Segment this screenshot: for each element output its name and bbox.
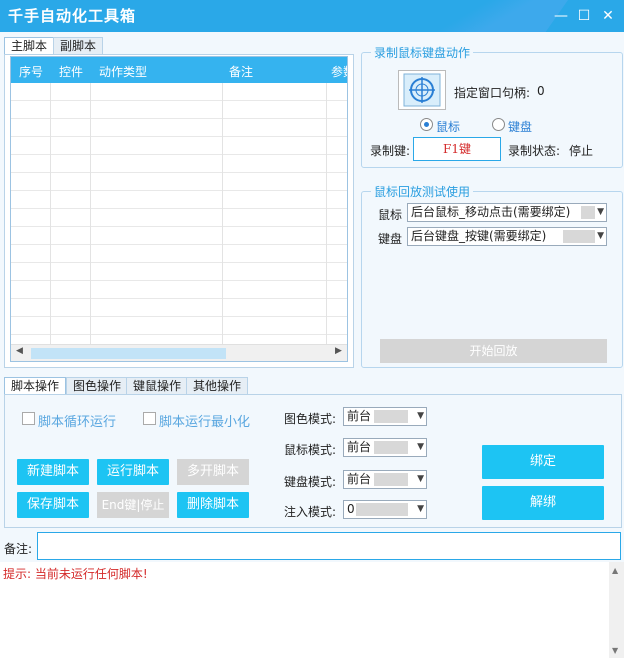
playback-mouse-label: 鼠标 (378, 208, 403, 222)
mouse-mode-select[interactable]: 前台 ▼ (343, 438, 427, 457)
vertical-scrollbar[interactable]: ▲ ▼ (609, 562, 624, 658)
bind-button[interactable]: 绑定 (482, 445, 604, 479)
playback-keyboard-label: 键盘 (378, 232, 403, 246)
record-group-legend: 录制鼠标键盘动作 (371, 44, 474, 61)
chevron-down-icon: ▼ (417, 411, 424, 421)
tab-keymouse-ops[interactable]: 键鼠操作 (126, 377, 189, 395)
horizontal-scrollbar[interactable]: ◀ ▶ (11, 344, 347, 361)
column-header-params[interactable]: 参数 (331, 63, 347, 80)
record-status-value: 停止 (569, 144, 594, 158)
unbind-button[interactable]: 解绑 (482, 486, 604, 520)
keyboard-mode-select[interactable]: 前台 ▼ (343, 470, 427, 489)
inject-mode-value: 0 (347, 502, 355, 516)
maximize-icon[interactable]: ☐ (575, 7, 593, 25)
color-mode-select[interactable]: 前台 ▼ (343, 407, 427, 426)
tab-main-script[interactable]: 主脚本 (4, 37, 55, 55)
window-title: 千手自动化工具箱 (8, 7, 137, 25)
playback-keyboard-select[interactable]: 后台键盘_按键(需要绑定) ▼ (407, 227, 607, 246)
mouse-mode-label: 鼠标模式: (284, 443, 337, 457)
table-body[interactable] (11, 83, 347, 353)
chevron-down-icon: ▼ (597, 231, 604, 241)
record-status-label: 录制状态: (508, 144, 561, 158)
scroll-right-icon[interactable]: ▶ (335, 346, 342, 356)
window-picker-button[interactable] (398, 70, 446, 110)
window-handle-value: 0 (537, 84, 545, 98)
chevron-down-icon: ▼ (417, 474, 424, 484)
save-script-button[interactable]: 保存脚本 (17, 492, 89, 518)
new-script-button[interactable]: 新建脚本 (17, 459, 89, 485)
loop-checkbox-label[interactable]: 脚本循环运行 (38, 411, 116, 430)
tab-color-ops[interactable]: 图色操作 (66, 377, 129, 395)
inject-mode-label: 注入模式: (284, 505, 337, 519)
log-message: 提示: 当前未运行任何脚本! (3, 567, 148, 581)
keyboard-mode-label: 键盘模式: (284, 475, 337, 489)
start-playback-button[interactable]: 开始回放 (380, 339, 607, 363)
minimize-icon[interactable]: — (552, 7, 570, 25)
tab-sub-script[interactable]: 副脚本 (53, 37, 104, 55)
column-header-index[interactable]: 序号 (19, 63, 43, 80)
mouse-mode-value: 前台 (347, 440, 372, 454)
tab-other-ops[interactable]: 其他操作 (186, 377, 249, 395)
chevron-down-icon: ▼ (417, 442, 424, 452)
chevron-down-icon: ▼ (597, 207, 604, 217)
remark-label: 备注: (4, 542, 33, 556)
minimize-checkbox-label[interactable]: 脚本运行最小化 (159, 411, 250, 430)
radio-keyboard-label[interactable]: 键盘 (508, 118, 532, 135)
inject-mode-select[interactable]: 0 ▼ (343, 500, 427, 519)
title-bar[interactable]: 千手自动化工具箱 — ☐ ✕ (0, 0, 624, 32)
remark-input[interactable] (37, 532, 621, 560)
scroll-up-icon[interactable]: ▲ (612, 566, 618, 575)
scroll-down-icon[interactable]: ▼ (612, 646, 618, 655)
minimize-checkbox[interactable] (143, 412, 156, 425)
playback-mouse-select[interactable]: 后台鼠标_移动点击(需要绑定) ▼ (407, 203, 607, 222)
window-handle-label: 指定窗口句柄: (454, 86, 531, 100)
color-mode-value: 前台 (347, 409, 372, 423)
multi-open-script-button[interactable]: 多开脚本 (177, 459, 249, 485)
record-key-label: 录制键: (370, 144, 411, 158)
radio-mouse[interactable] (420, 118, 433, 131)
playback-keyboard-value: 后台键盘_按键(需要绑定) (411, 229, 547, 243)
loop-checkbox[interactable] (22, 412, 35, 425)
column-header-remark[interactable]: 备注 (229, 63, 253, 80)
column-header-control[interactable]: 控件 (59, 63, 83, 80)
end-stop-button[interactable]: End键|停止 (97, 492, 169, 518)
crosshair-icon (403, 73, 441, 107)
script-table[interactable]: 序号 控件 动作类型 备注 参数 ◀ ▶ (10, 56, 348, 362)
scrollbar-thumb[interactable] (31, 348, 226, 359)
playback-mouse-value: 后台鼠标_移动点击(需要绑定) (411, 205, 571, 219)
color-mode-label: 图色模式: (284, 412, 337, 426)
playback-group-legend: 鼠标回放测试使用 (371, 183, 474, 200)
run-script-button[interactable]: 运行脚本 (97, 459, 169, 485)
delete-script-button[interactable]: 删除脚本 (177, 492, 249, 518)
radio-keyboard[interactable] (492, 118, 505, 131)
record-key-input[interactable]: F1键 (413, 137, 501, 161)
close-icon[interactable]: ✕ (599, 7, 617, 25)
tab-script-ops[interactable]: 脚本操作 (4, 377, 67, 395)
keyboard-mode-value: 前台 (347, 472, 372, 486)
chevron-down-icon: ▼ (417, 504, 424, 514)
column-header-action-type[interactable]: 动作类型 (99, 63, 147, 80)
scroll-left-icon[interactable]: ◀ (16, 346, 23, 356)
radio-mouse-label[interactable]: 鼠标 (436, 118, 460, 135)
table-header: 序号 控件 动作类型 备注 参数 (11, 57, 347, 83)
log-area[interactable]: 提示: 当前未运行任何脚本! ▲ ▼ (0, 562, 624, 658)
